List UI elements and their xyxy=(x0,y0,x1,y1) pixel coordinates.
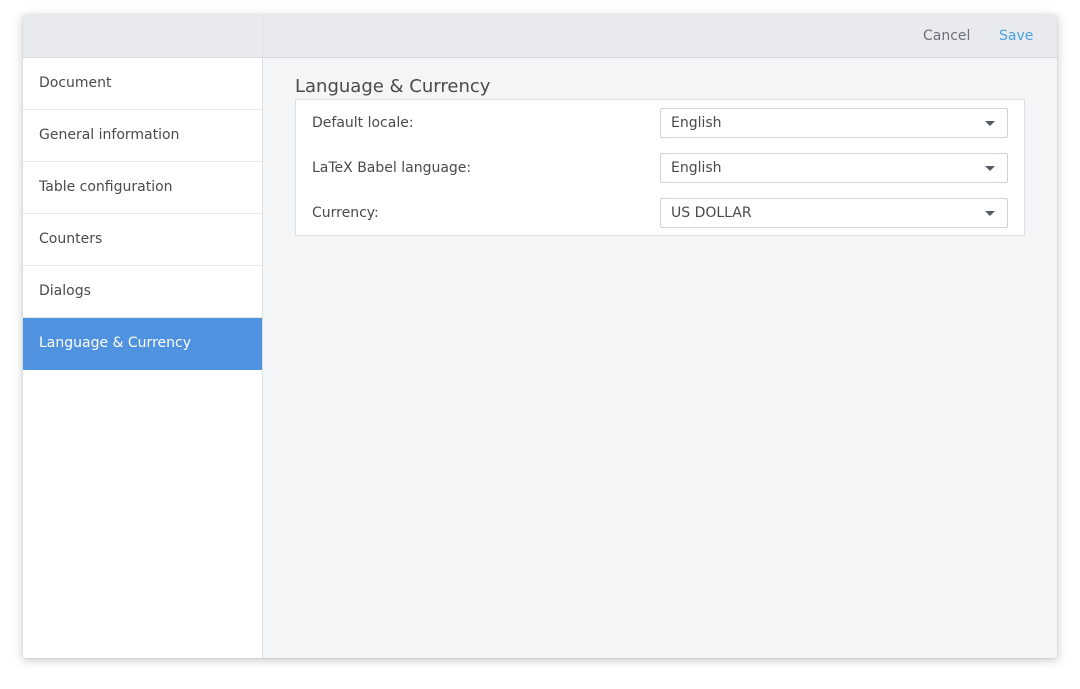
default-locale-value: English xyxy=(671,115,722,131)
sidebar-header xyxy=(23,15,262,58)
section-title: Language & Currency xyxy=(295,76,491,97)
default-locale-row: Default locale: English xyxy=(296,108,1024,138)
sidebar: Document General information Table confi… xyxy=(23,15,263,658)
caret-down-icon xyxy=(985,166,995,171)
latex-babel-language-value: English xyxy=(671,160,722,176)
settings-dialog: Document General information Table confi… xyxy=(23,15,1057,658)
sidebar-item-document[interactable]: Document xyxy=(23,58,262,110)
latex-babel-language-row: LaTeX Babel language: English xyxy=(296,153,1024,183)
currency-label: Currency: xyxy=(312,205,379,221)
currency-value: US DOLLAR xyxy=(671,205,752,221)
sidebar-item-general-information[interactable]: General information xyxy=(23,110,262,162)
currency-row: Currency: US DOLLAR xyxy=(296,198,1024,228)
latex-babel-language-label: LaTeX Babel language: xyxy=(312,160,472,176)
settings-panel: Default locale: English LaTeX Babel lang… xyxy=(295,99,1025,236)
latex-babel-language-select[interactable]: English xyxy=(660,153,1008,183)
cancel-button[interactable]: Cancel xyxy=(923,15,970,57)
default-locale-label: Default locale: xyxy=(312,115,414,131)
caret-down-icon xyxy=(985,211,995,216)
sidebar-item-language-currency[interactable]: Language & Currency xyxy=(23,318,262,370)
main-content: Language & Currency Default locale: Engl… xyxy=(263,58,1057,658)
currency-select[interactable]: US DOLLAR xyxy=(660,198,1008,228)
caret-down-icon xyxy=(985,121,995,126)
sidebar-item-dialogs[interactable]: Dialogs xyxy=(23,266,262,318)
default-locale-select[interactable]: English xyxy=(660,108,1008,138)
sidebar-nav: Document General information Table confi… xyxy=(23,58,262,370)
sidebar-item-table-configuration[interactable]: Table configuration xyxy=(23,162,262,214)
dialog-toolbar: Cancel Save xyxy=(263,15,1057,58)
sidebar-item-counters[interactable]: Counters xyxy=(23,214,262,266)
save-button[interactable]: Save xyxy=(999,15,1033,57)
